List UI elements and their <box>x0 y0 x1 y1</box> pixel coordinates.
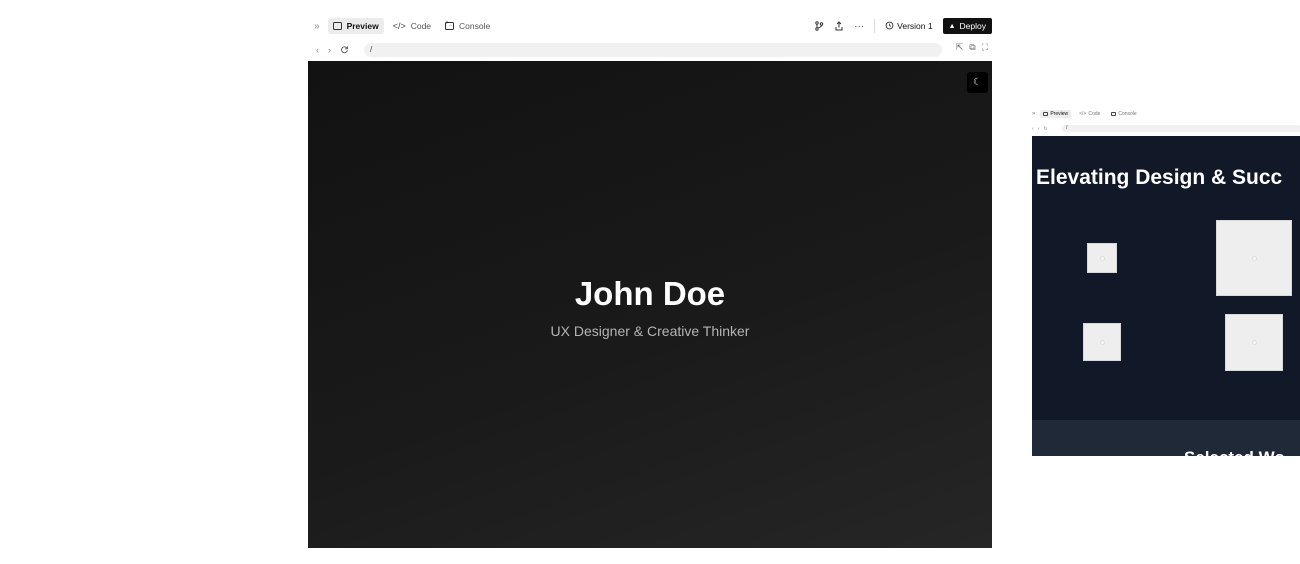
triangle-icon: ▲ <box>948 22 956 30</box>
mini-url-input[interactable]: / <box>1062 125 1300 132</box>
mini-collapse-icon[interactable]: » <box>1032 111 1035 117</box>
preview-icon <box>332 22 342 30</box>
tab-preview[interactable]: Preview <box>327 18 384 34</box>
mini-preview-pane: Elevating Design & Succ Selected Wo <box>1032 136 1300 456</box>
image-placeholder <box>1225 314 1283 371</box>
image-placeholder <box>1083 323 1121 361</box>
branch-icon[interactable] <box>814 21 824 31</box>
tab-console[interactable]: Console <box>440 18 495 34</box>
image-placeholder <box>1216 220 1292 296</box>
mini-heading: Elevating Design & Succ <box>1036 166 1283 189</box>
collapse-sidebar-icon[interactable]: » <box>314 21 320 32</box>
tab-code[interactable]: </> Code <box>388 18 436 34</box>
mini-tab-preview[interactable]: Preview <box>1040 110 1072 118</box>
mini-code-icon: </> <box>1079 111 1087 117</box>
mini-refresh-icon[interactable]: ↻ <box>1043 126 1047 132</box>
version-label: Version 1 <box>897 21 933 31</box>
theme-toggle-button[interactable]: ☾ <box>967 72 988 93</box>
tab-code-label: Code <box>410 21 432 31</box>
hero-subtitle: UX Designer & Creative Thinker <box>550 323 750 339</box>
address-row: ‹ › / ⇱ ⧉ ⛶ <box>308 41 992 59</box>
mini-forward-icon[interactable]: › <box>1038 126 1040 132</box>
tab-preview-label: Preview <box>346 21 379 31</box>
open-new-window-icon[interactable]: ⧉ <box>969 42 975 53</box>
mini-terminal-icon <box>1111 112 1117 116</box>
fullscreen-icon[interactable]: ⛶ <box>982 42 988 53</box>
image-placeholder <box>1087 243 1117 273</box>
mini-tab-console[interactable]: Console <box>1108 110 1139 118</box>
hero-name: John Doe <box>574 275 726 312</box>
tab-console-label: Console <box>459 21 491 31</box>
preview-pane: ☾ John Doe UX Designer & Creative Thinke… <box>308 61 992 548</box>
mini-tab-console-label: Console <box>1118 111 1137 117</box>
divider <box>874 19 876 33</box>
code-icon: </> <box>392 21 406 31</box>
deploy-label: Deploy <box>959 21 986 31</box>
history-icon <box>885 21 894 32</box>
mini-back-icon[interactable]: ‹ <box>1032 126 1034 132</box>
forward-icon[interactable]: › <box>328 45 331 55</box>
mini-window: » Preview </> Code Console ‹ › ↻ / Eleva… <box>1032 106 1300 456</box>
mini-toolbar: » Preview </> Code Console <box>1032 108 1140 120</box>
moon-icon: ☾ <box>973 77 982 88</box>
deploy-button[interactable]: ▲ Deploy <box>942 18 992 34</box>
url-input[interactable]: / <box>364 43 942 57</box>
mini-tab-preview-label: Preview <box>1050 111 1069 117</box>
share-icon[interactable] <box>834 21 844 31</box>
section-title: Selected Wo <box>1184 448 1285 456</box>
mini-tab-code-label: Code <box>1088 111 1101 117</box>
mini-tab-code[interactable]: </> Code <box>1076 110 1103 118</box>
main-window: » Preview </> Code Console ··· <box>308 14 992 548</box>
back-icon[interactable]: ‹ <box>316 45 319 55</box>
refresh-icon[interactable] <box>340 45 349 56</box>
version-button[interactable]: Version 1 <box>885 21 933 32</box>
mini-preview-icon <box>1043 112 1049 116</box>
toolbar: » Preview </> Code Console ··· <box>308 14 992 38</box>
select-element-icon[interactable]: ⇱ <box>956 42 964 53</box>
more-icon[interactable]: ··· <box>854 21 864 32</box>
mini-address-row: ‹ › ↻ / <box>1032 124 1300 133</box>
terminal-icon <box>445 20 455 30</box>
